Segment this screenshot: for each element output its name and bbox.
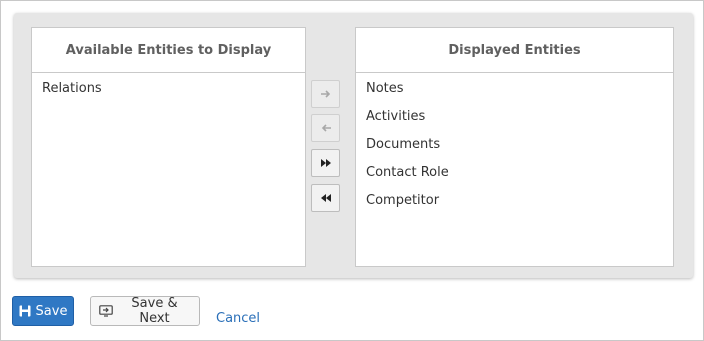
arrow-right-icon	[320, 90, 330, 98]
displayed-entities-list[interactable]: Notes Activities Documents Contact Role …	[356, 73, 673, 219]
list-item-documents[interactable]: Documents	[356, 135, 673, 163]
available-entities-title: Available Entities to Display	[32, 28, 305, 73]
list-item-contact-role[interactable]: Contact Role	[356, 163, 673, 191]
list-item-notes[interactable]: Notes	[356, 79, 673, 107]
double-arrow-left-icon	[320, 194, 331, 202]
save-and-next-button[interactable]: Save & Next	[90, 296, 200, 326]
floppy-disk-icon	[19, 305, 31, 317]
arrow-left-icon	[321, 124, 331, 132]
save-next-icon	[99, 305, 113, 317]
move-left-button[interactable]	[311, 114, 340, 142]
available-entities-panel: Available Entities to Display Relations	[31, 27, 306, 267]
list-item-activities[interactable]: Activities	[356, 107, 673, 135]
displayed-entities-title: Displayed Entities	[356, 28, 673, 73]
move-right-button[interactable]	[311, 80, 340, 108]
list-item-relations[interactable]: Relations	[32, 79, 305, 107]
save-button-label: Save	[35, 303, 68, 319]
cancel-link[interactable]: Cancel	[216, 311, 260, 326]
entity-shuttle: Available Entities to Display Relations …	[14, 13, 693, 278]
save-and-next-label: Save & Next	[131, 296, 178, 326]
list-item-competitor[interactable]: Competitor	[356, 191, 673, 219]
displayed-entities-panel: Displayed Entities Notes Activities Docu…	[355, 27, 674, 267]
move-all-left-button[interactable]	[311, 184, 340, 212]
save-button[interactable]: Save	[12, 296, 74, 326]
available-entities-list[interactable]: Relations	[32, 73, 305, 107]
double-arrow-right-icon	[320, 159, 331, 167]
move-all-right-button[interactable]	[311, 149, 340, 177]
